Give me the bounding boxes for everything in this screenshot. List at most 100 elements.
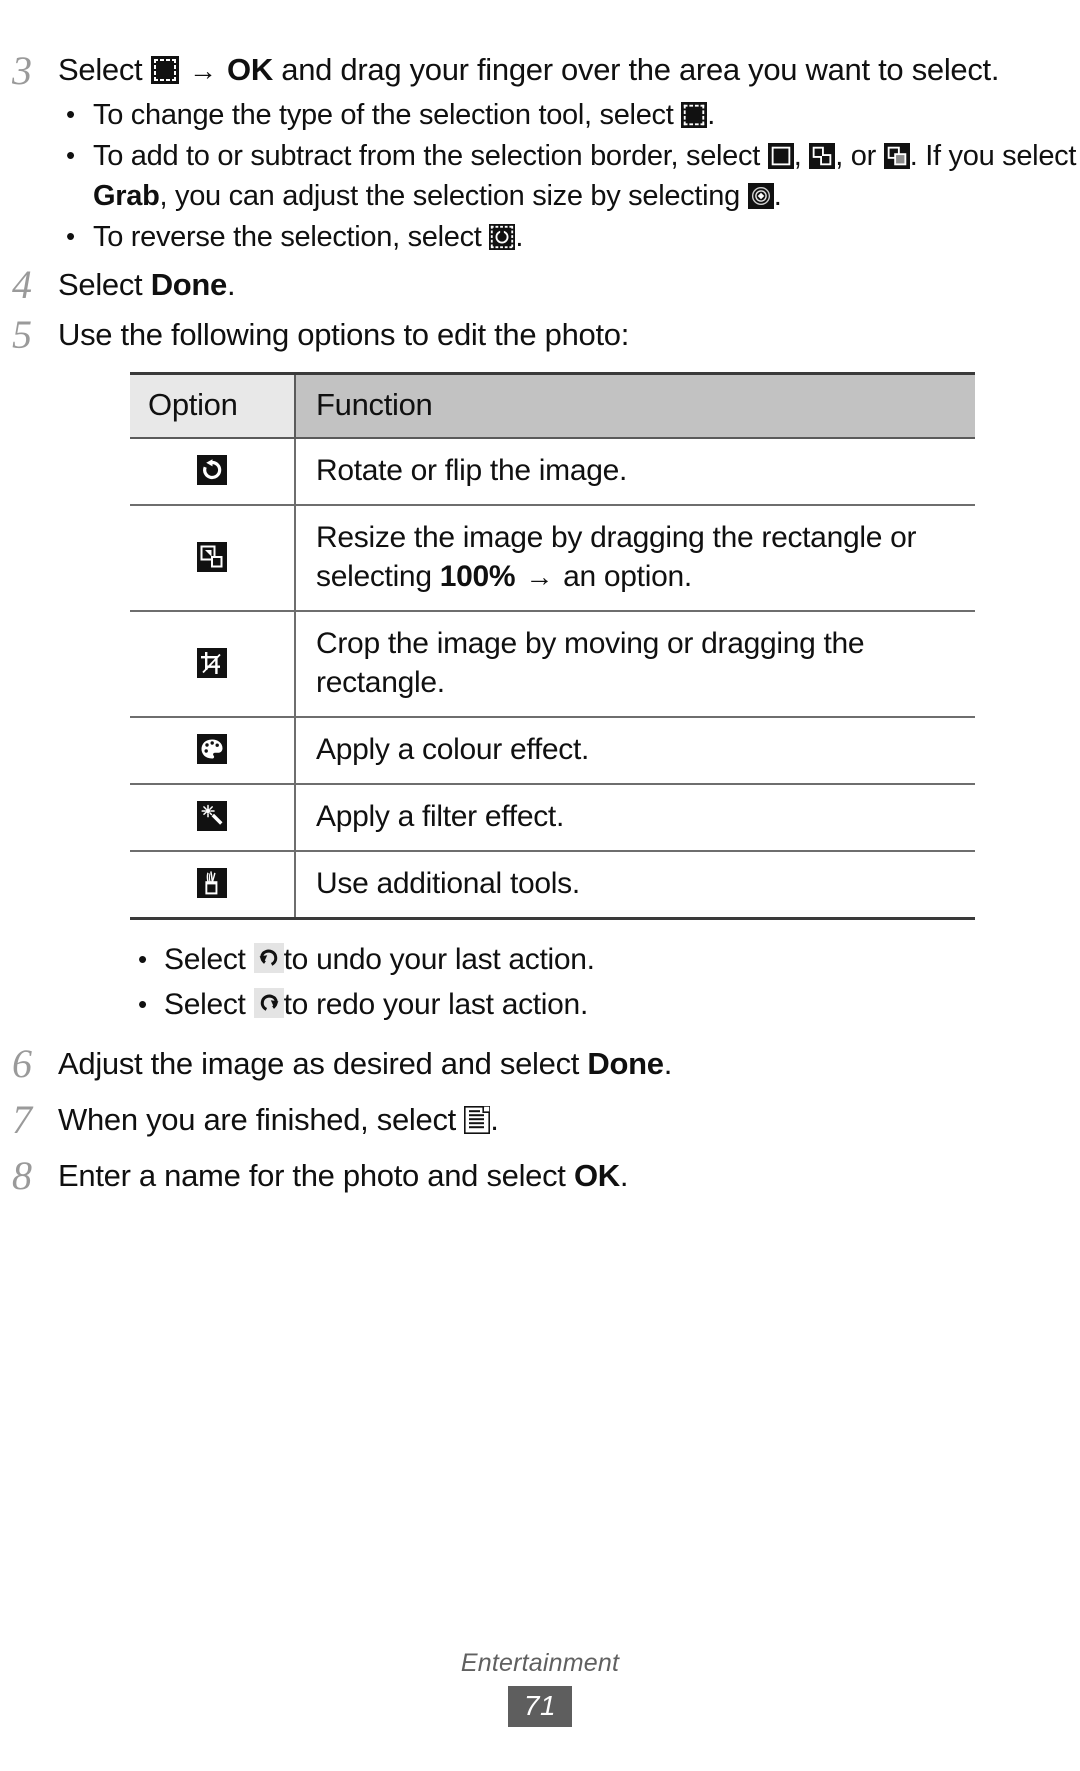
step-4-text-after: . — [227, 267, 236, 302]
bullet-text-after: . — [515, 221, 524, 253]
bullet-text-before: Select — [164, 943, 246, 976]
footer-section-title: Entertainment — [460, 1649, 620, 1677]
bullet-text-before: To change the type of the selection tool… — [93, 99, 674, 131]
save-icon[interactable] — [464, 1106, 491, 1134]
table-row: Apply a filter effect. — [130, 784, 975, 852]
additional-tools-icon[interactable] — [197, 868, 227, 898]
table-row: Resize the image by dragging the rectang… — [130, 505, 975, 612]
redo-icon[interactable] — [253, 988, 284, 1018]
step-5: 5 Use the following options to edit the … — [0, 312, 1080, 358]
option-cell — [130, 851, 295, 920]
arrow-glyph: → — [525, 561, 554, 592]
step-6-text-before: Adjust the image as desired and select — [58, 1046, 580, 1081]
bullet-text-before: To reverse the selection, select — [93, 221, 482, 253]
step-number: 5 — [12, 312, 32, 357]
step-text: When you are finished, select . — [58, 1097, 1080, 1140]
table-row: Use additional tools. — [130, 851, 975, 920]
step-8-text-after: . — [619, 1158, 629, 1193]
table-header-row: Option Function — [130, 372, 975, 439]
selection-tool-icon[interactable] — [681, 102, 708, 128]
option-cell — [130, 717, 295, 785]
table-row: Crop the image by moving or dragging the… — [130, 611, 975, 718]
crop-icon[interactable] — [197, 647, 227, 678]
ok-label: OK — [227, 52, 273, 87]
option-cell — [130, 438, 295, 506]
step-7-text-after: . — [490, 1102, 499, 1137]
function-cell: Apply a colour effect. — [294, 717, 975, 785]
grab-size-icon[interactable] — [747, 183, 774, 209]
done-label: Done — [150, 267, 228, 302]
step-8-text-before: Enter a name for the photo and select — [58, 1158, 566, 1193]
table-row: Apply a colour effect. — [130, 717, 975, 785]
done-label: Done — [587, 1046, 664, 1081]
step-text: Use the following options to edit the ph… — [58, 317, 630, 352]
step-number: 6 — [12, 1041, 32, 1086]
colour-effect-icon[interactable] — [197, 734, 227, 764]
step-text: Enter a name for the photo and select OK… — [58, 1153, 1080, 1196]
step-text: Select → OK and drag your finger over th… — [58, 48, 1080, 258]
bullet-text-after: . — [773, 180, 782, 212]
resize-icon[interactable] — [197, 541, 227, 572]
undo-icon[interactable] — [253, 943, 284, 973]
manual-page: 3 Select → OK and drag your finger over … — [0, 0, 1080, 1771]
option-cell — [130, 611, 295, 718]
column-header-function: Function — [294, 372, 975, 439]
add-selection-icon[interactable] — [809, 143, 836, 169]
step-4-text-before: Select — [58, 267, 143, 302]
page-number-badge: 71 — [507, 1686, 573, 1727]
bullet-text-after: to undo your last action. — [283, 943, 595, 976]
step-3: 3 Select → OK and drag your finger over … — [0, 48, 1080, 258]
bullet-add-subtract-selection: To add to or subtract from the selection… — [58, 135, 1080, 216]
ok-label: OK — [573, 1158, 620, 1193]
step-3-text-after: and drag your finger over the area you w… — [281, 52, 1000, 87]
grab-label: Grab — [93, 180, 160, 212]
bullet-redo: Select to redo your last action. — [130, 982, 1080, 1027]
steps-tail: 6 Adjust the image as desired and select… — [0, 1041, 1080, 1199]
step-8: 8 Enter a name for the photo and select … — [0, 1153, 1080, 1199]
options-table: Option Function Rotate or flip the image… — [130, 372, 975, 920]
zoom-level-label: 100% — [439, 560, 516, 593]
undo-redo-bullet-list: Select to undo your last action. Select … — [0, 937, 1080, 1027]
function-cell: Resize the image by dragging the rectang… — [294, 505, 975, 612]
step-6-text-after: . — [663, 1046, 673, 1081]
reverse-selection-icon[interactable] — [489, 224, 516, 250]
bullet-change-selection-tool: To change the type of the selection tool… — [58, 94, 1080, 135]
bullet-reverse-selection: To reverse the selection, select — [58, 216, 1080, 257]
function-cell: Use additional tools. — [294, 851, 975, 920]
step-6: 6 Adjust the image as desired and select… — [0, 1041, 1080, 1087]
bullet-text-mid: . If you select — [909, 140, 1077, 172]
step-7-text-before: When you are finished, select — [58, 1102, 456, 1137]
selection-tool-icon[interactable] — [150, 56, 179, 84]
function-cell: Apply a filter effect. — [294, 784, 975, 852]
bullet-undo: Select to undo your last action. — [130, 937, 1080, 982]
icon-separator: , — [793, 140, 802, 172]
function-cell: Rotate or flip the image. — [294, 438, 975, 506]
function-cell: Crop the image by moving or dragging the… — [294, 611, 975, 718]
step-3-text-before: Select — [58, 52, 143, 87]
rotate-icon[interactable] — [197, 455, 227, 485]
table-row: Rotate or flip the image. — [130, 438, 975, 506]
step-number: 7 — [12, 1097, 32, 1142]
step-number: 8 — [12, 1153, 32, 1198]
icon-separator: , or — [835, 140, 876, 172]
bullet-text-mid2: , you can adjust the selection size by s… — [159, 180, 741, 212]
subtract-selection-icon[interactable] — [883, 143, 910, 169]
option-cell — [130, 784, 295, 852]
arrow-glyph: → — [189, 55, 217, 86]
square-select-icon[interactable] — [767, 143, 794, 169]
step-3-bullet-list: To change the type of the selection tool… — [58, 94, 1080, 257]
step-text: Adjust the image as desired and select D… — [58, 1041, 1080, 1084]
step-number: 3 — [12, 48, 32, 93]
bullet-text-before: Select — [164, 988, 246, 1021]
bullet-text-after: to redo your last action. — [283, 988, 589, 1021]
option-cell — [130, 505, 295, 612]
function-text-2: an option. — [563, 560, 692, 593]
column-header-option: Option — [130, 372, 295, 439]
bullet-text-before: To add to or subtract from the selection… — [93, 140, 760, 172]
step-text: Select Done. — [58, 262, 1080, 305]
page-footer: Entertainment 71 — [0, 1649, 1080, 1727]
step-7: 7 When you are finished, select . — [0, 1097, 1080, 1143]
step-4: 4 Select Done. — [0, 262, 1080, 308]
filter-effect-icon[interactable] — [197, 801, 227, 831]
step-number: 4 — [12, 262, 32, 307]
